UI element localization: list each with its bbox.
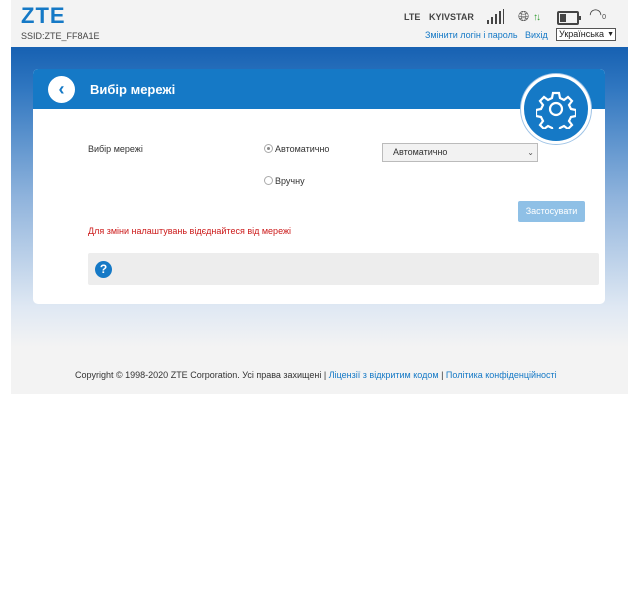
- zte-logo: ZTE: [21, 3, 66, 28]
- apply-button[interactable]: Застосувати: [518, 201, 585, 222]
- back-button[interactable]: ‹: [48, 76, 75, 103]
- header: ZTE SSID:ZTE_FF8A1E LTE KYIVSTAR 🌐︎ ↑↓ ◠…: [11, 0, 628, 47]
- router-web-ui: ZTE SSID:ZTE_FF8A1E LTE KYIVSTAR 🌐︎ ↑↓ ◠…: [11, 0, 628, 394]
- disconnect-warning: Для зміни налаштувань відєднайтеся від м…: [88, 226, 291, 236]
- network-type: LTE: [404, 12, 421, 22]
- card-header: ‹ Вибір мережі: [33, 69, 605, 109]
- footer-separator: |: [323, 370, 327, 380]
- network-mode-value: Автоматично: [393, 147, 448, 157]
- operator-name: KYIVSTAR: [429, 12, 474, 22]
- network-selection-card: ‹ Вибір мережі Вибір мережі Автоматично …: [33, 69, 605, 304]
- language-select[interactable]: Українська ▼: [556, 28, 616, 41]
- page-title: Вибір мережі: [90, 82, 176, 97]
- ssid-label: SSID:ZTE_FF8A1E: [21, 31, 100, 41]
- chevron-down-icon: ▼: [607, 31, 614, 38]
- logout-link[interactable]: Вихід: [525, 30, 548, 40]
- license-link[interactable]: Ліцензії з відкритим кодом: [329, 370, 439, 380]
- network-selection-label: Вибір мережі: [88, 144, 143, 154]
- copyright-text: Copyright © 1998-2020 ZTE Corporation. У…: [75, 370, 322, 380]
- network-mode-select[interactable]: Автоматично ⌄: [382, 143, 538, 162]
- globe-icon: 🌐︎: [518, 8, 530, 24]
- language-value: Українська: [559, 29, 605, 39]
- manual-radio[interactable]: [264, 176, 273, 185]
- wifi-clients-count: 0: [602, 14, 606, 21]
- wifi-icon: ◠0: [589, 6, 606, 23]
- help-panel: ?: [88, 253, 599, 285]
- help-icon[interactable]: ?: [95, 261, 112, 278]
- battery-icon: [557, 11, 581, 25]
- manual-radio-label[interactable]: Вручну: [275, 176, 305, 186]
- footer: Copyright © 1998-2020 ZTE Corporation. У…: [75, 370, 557, 380]
- auto-radio[interactable]: [264, 144, 273, 153]
- footer-separator: |: [441, 370, 444, 380]
- auto-radio-label[interactable]: Автоматично: [275, 144, 329, 154]
- privacy-link[interactable]: Політика конфіденційності: [446, 370, 557, 380]
- data-transfer-icon: ↑↓: [533, 12, 541, 23]
- chevron-down-icon: ⌄: [527, 148, 534, 157]
- settings-gear-icon: [521, 74, 591, 144]
- signal-strength-icon: [487, 9, 504, 24]
- change-login-link[interactable]: Змінити логін і пароль: [425, 30, 518, 40]
